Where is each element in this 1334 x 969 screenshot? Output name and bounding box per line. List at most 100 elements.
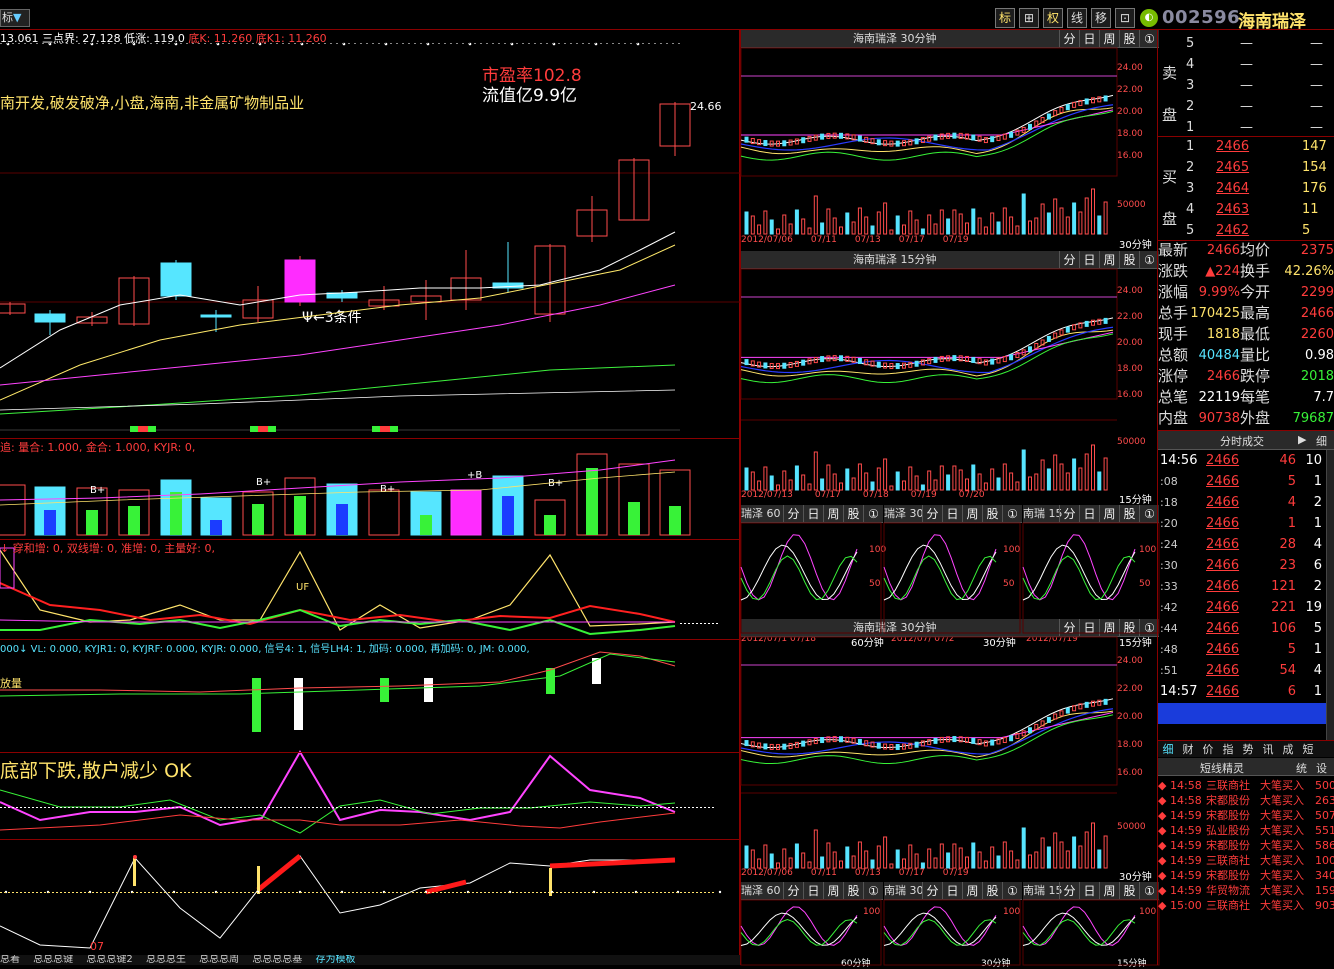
- tick-row[interactable]: 14:56 2466 46 10: [1158, 450, 1334, 471]
- dash: [424, 892, 426, 893]
- tick-row[interactable]: :24 2466 28 4: [1158, 534, 1334, 555]
- dash: [532, 892, 534, 893]
- short-elf-item[interactable]: ◆ 14:59 宋都股份 大笔买入 507: [1158, 808, 1334, 823]
- dash: [400, 892, 402, 893]
- mini-volume-bar: [1053, 198, 1058, 235]
- tick-row[interactable]: :18 2466 4 2: [1158, 492, 1334, 513]
- tab-price[interactable]: 价: [1198, 741, 1218, 757]
- dash: [140, 892, 142, 893]
- buy-level-row[interactable]: 5 2462 5: [1158, 220, 1334, 241]
- marker-dash: [36, 43, 38, 44]
- sell-level-row[interactable]: 3 — —: [1158, 75, 1334, 96]
- sell-level-row[interactable]: 5 — —: [1158, 33, 1334, 54]
- dash: [324, 892, 326, 893]
- tab-short[interactable]: 短: [1298, 741, 1318, 757]
- indicator-selector[interactable]: 标▼: [0, 9, 30, 27]
- mini-volume-bar: [1097, 215, 1102, 235]
- dash: [504, 892, 506, 893]
- short-elf-item[interactable]: ◆ 14:59 华贸物流 大笔买入 159: [1158, 883, 1334, 898]
- short-elf-item[interactable]: ◆ 14:59 弘业股份 大笔买入 551: [1158, 823, 1334, 838]
- tab-index[interactable]: 指: [1218, 741, 1238, 757]
- ticks-scrollbar[interactable]: [1326, 450, 1334, 740]
- short-volume: 100: [1315, 854, 1334, 867]
- dash: [100, 807, 102, 808]
- dash: [264, 807, 266, 808]
- rights-button[interactable]: 权: [1043, 8, 1063, 28]
- short-elf-item[interactable]: ◆ 14:59 宋都股份 大笔买入 586: [1158, 838, 1334, 853]
- dash: [396, 892, 398, 893]
- mini-volume-bar: [1034, 851, 1039, 869]
- dash: [636, 807, 638, 808]
- main-chart-area[interactable]: 13.061 三点界: 27.128 低涨: 119.0 底K: 11.260 …: [0, 30, 740, 955]
- settings-button[interactable]: 设: [1316, 760, 1327, 776]
- short-elf-item[interactable]: ◆ 14:58 宋都股份 大笔买入 263: [1158, 793, 1334, 808]
- small-frame: [883, 522, 1021, 634]
- short-elf-item[interactable]: ◆ 14:59 三联商社 大笔买入 100: [1158, 853, 1334, 868]
- tab-deals[interactable]: 成: [1278, 741, 1298, 757]
- dash: [524, 892, 526, 893]
- sell-volume: —: [1310, 36, 1323, 51]
- marker-dash: [126, 43, 128, 44]
- dash: [652, 807, 654, 808]
- short-elf-item[interactable]: ◆ 14:58 三联商社 大笔买入 500: [1158, 778, 1334, 793]
- save-template-tab[interactable]: 存为模板: [316, 955, 356, 965]
- tick-time: :18: [1160, 496, 1178, 509]
- buy-level-row[interactable]: 4 2463 11: [1158, 199, 1334, 220]
- template-tab[interactable]: 总总总键2: [86, 955, 132, 965]
- dash: [364, 807, 366, 808]
- marker-dash: [642, 43, 644, 44]
- template-tab[interactable]: 总总总周: [199, 955, 239, 965]
- line-button[interactable]: 线: [1067, 8, 1087, 28]
- template-tab[interactable]: 总着: [0, 955, 20, 965]
- tick-row[interactable]: :48 2466 5 1: [1158, 639, 1334, 660]
- diamond-icon: ◆: [1158, 809, 1167, 822]
- dash: [712, 892, 714, 893]
- buy-level-row[interactable]: 3 2464 176: [1158, 178, 1334, 199]
- window-button[interactable]: ⊡: [1115, 8, 1135, 28]
- sell-level-row[interactable]: 1 — —: [1158, 117, 1334, 138]
- mark-button[interactable]: 标: [995, 8, 1015, 28]
- grid-button[interactable]: ⊞: [1019, 8, 1039, 28]
- buy-level-row[interactable]: 2 2465 154: [1158, 157, 1334, 178]
- mini-volume-bar: [1046, 846, 1051, 869]
- marker-dash: [156, 43, 158, 44]
- tick-row[interactable]: :44 2466 106 5: [1158, 618, 1334, 639]
- tab-trend[interactable]: 势: [1238, 741, 1258, 757]
- dash: [248, 807, 250, 808]
- tick-row[interactable]: :30 2466 23 6: [1158, 555, 1334, 576]
- mini-candle: [807, 358, 812, 365]
- tick-row[interactable]: :51 2466 54 4: [1158, 660, 1334, 681]
- mini-volume-bar: [776, 228, 780, 235]
- short-elf-item[interactable]: ◆ 15:00 三联商社 大笔买入 903: [1158, 898, 1334, 913]
- mini-candle: [933, 737, 938, 744]
- tick-row[interactable]: :20 2466 1 1: [1158, 513, 1334, 534]
- buy-level-row[interactable]: 1 2466 147: [1158, 136, 1334, 157]
- dash: [68, 807, 70, 808]
- tick-row[interactable]: :33 2466 121 2: [1158, 576, 1334, 597]
- tab-detail[interactable]: 细: [1158, 741, 1178, 757]
- mini-volume-bar: [864, 472, 869, 491]
- tab-news[interactable]: 讯: [1258, 741, 1278, 757]
- tick-count: 2: [1313, 495, 1322, 510]
- play-icon[interactable]: ▶: [1298, 433, 1306, 446]
- tick-price: 2466: [1206, 621, 1240, 636]
- mini-candle: [813, 738, 818, 745]
- mini-volume-bar: [1015, 225, 1020, 235]
- tick-count: 19: [1305, 600, 1322, 615]
- sell-level-row[interactable]: 4 — —: [1158, 54, 1334, 75]
- stats-button[interactable]: 统: [1296, 760, 1307, 776]
- short-stock: 华贸物流: [1206, 884, 1250, 897]
- tab-finance[interactable]: 财: [1178, 741, 1198, 757]
- tick-row[interactable]: :42 2466 221 19: [1158, 597, 1334, 618]
- dash: [304, 892, 306, 893]
- tick-row[interactable]: 14:57 2466 6 1: [1158, 681, 1334, 702]
- short-elf-item[interactable]: ◆ 14:59 宋都股份 大笔买入 340: [1158, 868, 1334, 883]
- move-button[interactable]: 移: [1091, 8, 1111, 28]
- tick-row[interactable]: :08 2466 5 1: [1158, 471, 1334, 492]
- template-tab[interactable]: 总总总生: [146, 955, 186, 965]
- sell-level-row[interactable]: 2 — —: [1158, 96, 1334, 117]
- template-tab[interactable]: 总总总总基: [252, 955, 302, 965]
- template-tab[interactable]: 总总总键: [33, 955, 73, 965]
- dash: [168, 892, 170, 893]
- detail-button[interactable]: 细: [1316, 433, 1327, 449]
